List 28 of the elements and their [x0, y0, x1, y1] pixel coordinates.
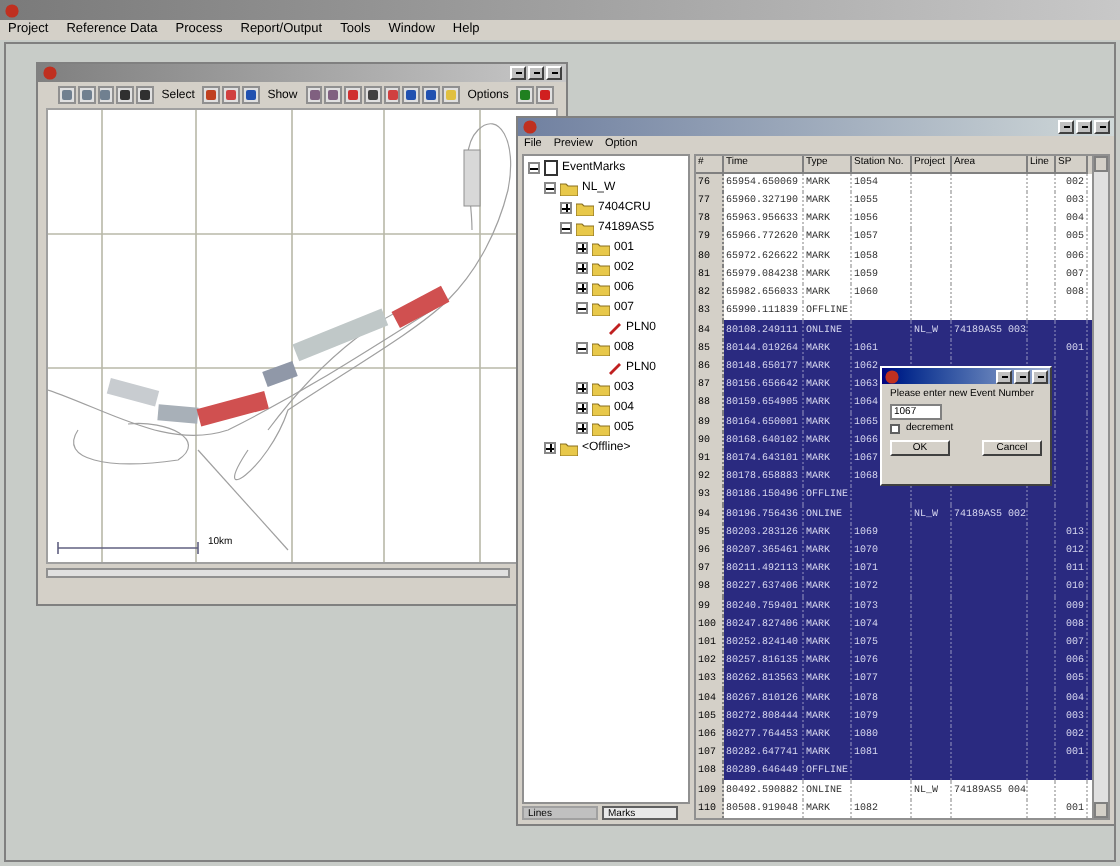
- expand-toggle[interactable]: [576, 402, 588, 414]
- expand-toggle[interactable]: [576, 242, 588, 254]
- app-icon: [4, 3, 20, 17]
- app-icon: [522, 120, 538, 134]
- expand-toggle[interactable]: [576, 382, 588, 394]
- expand-toggle[interactable]: [576, 282, 588, 294]
- pen-icon: [608, 361, 622, 375]
- collapse-toggle[interactable]: [560, 222, 572, 234]
- app-icon: [884, 369, 900, 383]
- app-icon: [42, 66, 58, 80]
- scale-bar: [57, 541, 199, 555]
- expand-toggle[interactable]: [560, 202, 572, 214]
- collapse-toggle[interactable]: [544, 182, 556, 194]
- collapse-toggle[interactable]: [528, 162, 540, 174]
- minimize-button[interactable]: [1058, 120, 1074, 134]
- document-icon: [544, 160, 558, 176]
- pen-icon: [608, 321, 622, 335]
- expand-toggle[interactable]: [576, 422, 588, 434]
- expand-toggle[interactable]: [576, 262, 588, 274]
- vertical-scrollbar[interactable]: [1092, 156, 1108, 818]
- minimize-button[interactable]: [996, 369, 1012, 383]
- horizontal-scrollbar[interactable]: [46, 568, 510, 578]
- collapse-toggle[interactable]: [576, 342, 588, 354]
- folder-icon: [592, 341, 610, 355]
- collapse-toggle[interactable]: [576, 302, 588, 314]
- checkbox[interactable]: [890, 424, 900, 434]
- minimize-button[interactable]: [510, 66, 526, 80]
- expand-toggle[interactable]: [544, 442, 556, 454]
